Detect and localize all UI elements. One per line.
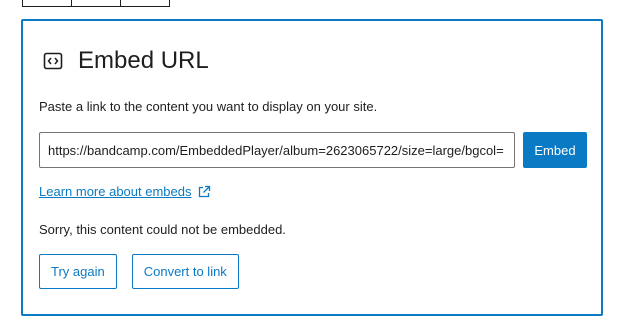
placeholder-title: Embed URL <box>78 47 209 74</box>
error-message: Sorry, this content could not be embedde… <box>39 222 286 237</box>
external-link-icon[interactable] <box>197 185 211 199</box>
error-actions: Try again Convert to link <box>39 254 239 289</box>
convert-to-link-button[interactable]: Convert to link <box>131 254 239 289</box>
toolbar-button-3[interactable] <box>121 0 169 6</box>
embed-form: Embed <box>39 132 587 168</box>
learn-more-row: Learn more about embeds <box>39 184 211 199</box>
placeholder-header: Embed URL <box>41 46 209 76</box>
block-toolbar <box>22 0 170 7</box>
placeholder-instructions: Paste a link to the content you want to … <box>39 99 378 114</box>
learn-more-link[interactable]: Learn more about embeds <box>39 184 191 199</box>
try-again-button[interactable]: Try again <box>39 254 117 289</box>
embed-button[interactable]: Embed <box>523 132 587 168</box>
embed-placeholder: Embed URL Paste a link to the content yo… <box>21 19 603 316</box>
embed-icon <box>41 49 65 73</box>
toolbar-button-1[interactable] <box>23 0 72 6</box>
toolbar-button-2[interactable] <box>72 0 121 6</box>
embed-url-input[interactable] <box>39 132 515 168</box>
